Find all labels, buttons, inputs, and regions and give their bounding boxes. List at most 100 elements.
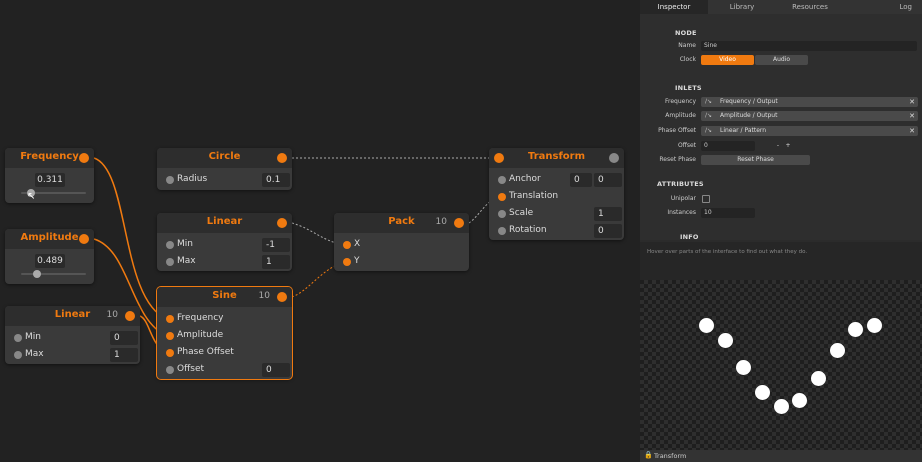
linear-node-mid[interactable]: Linear Min -1 Max 1	[157, 213, 292, 271]
inlet-port[interactable]	[166, 349, 174, 357]
instance-count: 10	[258, 291, 270, 301]
clock-label: Clock	[679, 56, 696, 63]
param-value[interactable]: 1	[262, 255, 290, 269]
inlet-port[interactable]	[166, 366, 174, 374]
tab-resources[interactable]: Resources	[776, 0, 844, 14]
param-label: Min	[177, 239, 193, 249]
preview-dot	[791, 392, 807, 408]
output-port[interactable]	[609, 153, 619, 163]
offset-minus-button[interactable]: -	[774, 141, 782, 151]
inlet-port[interactable]	[166, 332, 174, 340]
frequency-value[interactable]: 0.311	[35, 173, 65, 187]
close-icon[interactable]: ✕	[909, 126, 915, 136]
param-value[interactable]: -1	[262, 238, 290, 252]
close-icon[interactable]: ✕	[909, 97, 915, 107]
tab-library[interactable]: Library	[708, 0, 776, 14]
inlet-label-frequency: Frequency	[665, 98, 696, 105]
inlet-port[interactable]	[14, 351, 22, 359]
connection-text: Linear / Pattern	[720, 127, 767, 134]
output-port[interactable]	[277, 292, 287, 302]
param-value[interactable]: 0	[262, 363, 290, 377]
param-row-min: Min 0	[5, 330, 140, 347]
output-port[interactable]	[125, 311, 135, 321]
instance-count: 10	[106, 310, 118, 320]
inlet-port[interactable]	[498, 176, 506, 184]
side-panel: Inspector Library Resources Log NODE Nam…	[640, 0, 922, 462]
param-row-rotation: Rotation 0	[489, 223, 624, 240]
inlet-connection-phase-offset[interactable]: ∕↘ Linear / Pattern ✕	[701, 126, 918, 136]
param-label: Frequency	[177, 313, 224, 323]
preview-dot	[754, 384, 770, 400]
amplitude-node[interactable]: Amplitude 0.489	[5, 229, 94, 284]
connection-text: Amplitude / Output	[720, 112, 778, 119]
param-value[interactable]: 0	[570, 173, 592, 187]
param-label: X	[354, 239, 361, 249]
inlet-connection-frequency[interactable]: ∕↘ Frequency / Output ✕	[701, 97, 918, 107]
param-row-amplitude: Amplitude	[157, 328, 292, 345]
connection-icon: ∕↘	[705, 98, 713, 105]
circle-node[interactable]: Circle Radius 0.1	[157, 148, 292, 190]
inlet-port[interactable]	[166, 241, 174, 249]
offset-plus-button[interactable]: +	[784, 141, 792, 151]
param-value-2[interactable]: 0	[594, 173, 622, 187]
sine-node[interactable]: Sine 10 Frequency Amplitude Phase Offset …	[156, 286, 293, 380]
inlet-port[interactable]	[498, 227, 506, 235]
output-port[interactable]	[79, 153, 89, 163]
param-value[interactable]: 1	[110, 348, 138, 362]
linear-node-left[interactable]: Linear 10 Min 0 Max 1	[5, 306, 140, 364]
close-icon[interactable]: ✕	[909, 111, 915, 121]
inlet-label-amplitude: Amplitude	[665, 112, 696, 119]
offset-field[interactable]: 0	[701, 141, 755, 151]
param-value[interactable]: 0	[594, 224, 622, 238]
output-port[interactable]	[79, 234, 89, 244]
inlet-port[interactable]	[343, 241, 351, 249]
inlet-port[interactable]	[498, 210, 506, 218]
panel-tabs: Inspector Library Resources Log	[640, 0, 922, 14]
amplitude-slider-track[interactable]	[21, 273, 86, 275]
param-value[interactable]: 1	[594, 207, 622, 221]
transform-node[interactable]: Transform Anchor 0 0 Translation Scale 1 Ro…	[489, 148, 624, 240]
param-label: Translation	[509, 191, 559, 201]
param-row-max: Max 1	[157, 254, 292, 271]
preview-dot	[773, 398, 789, 414]
inlet-port[interactable]	[343, 258, 351, 266]
inlet-port[interactable]	[498, 193, 506, 201]
inlet-connection-amplitude[interactable]: ∕↘ Amplitude / Output ✕	[701, 111, 918, 121]
param-row-phase-offset: Phase Offset	[157, 345, 292, 362]
output-port[interactable]	[454, 218, 464, 228]
section-inlets: INLETS	[675, 84, 702, 92]
node-canvas[interactable]: Frequency 0.311 ↖ Amplitude 0.489 Linear…	[0, 0, 640, 462]
amplitude-value[interactable]: 0.489	[35, 254, 65, 268]
param-label: Y	[354, 256, 360, 266]
node-title: Linear	[206, 216, 243, 227]
instances-field[interactable]: 10	[701, 208, 755, 218]
inlet-port[interactable]	[166, 315, 174, 323]
lock-icon[interactable]: 🔒	[644, 451, 653, 459]
amplitude-slider-knob[interactable]	[33, 270, 42, 278]
instances-label: Instances	[667, 209, 696, 216]
frequency-node[interactable]: Frequency 0.311	[5, 148, 94, 203]
pack-node[interactable]: Pack 10 X Y	[334, 213, 469, 271]
output-port[interactable]	[277, 218, 287, 228]
inlet-port[interactable]	[14, 334, 22, 342]
clock-audio-button[interactable]: Audio	[755, 55, 808, 65]
param-label: Rotation	[509, 225, 547, 235]
tab-inspector[interactable]: Inspector	[640, 0, 708, 14]
param-value[interactable]: 0.1	[262, 173, 290, 187]
clock-video-button[interactable]: Video	[701, 55, 754, 65]
preview-dot	[735, 359, 751, 375]
param-value[interactable]: 0	[110, 331, 138, 345]
param-row-min: Min -1	[157, 237, 292, 254]
unipolar-checkbox[interactable]	[702, 195, 710, 203]
reset-phase-button[interactable]: Reset Phase	[701, 155, 810, 165]
param-row-frequency: Frequency	[157, 311, 292, 328]
node-title: Transform	[527, 151, 586, 162]
inlet-port[interactable]	[166, 176, 174, 184]
name-field[interactable]: Sine	[701, 41, 917, 51]
tab-log[interactable]: Log	[844, 0, 922, 14]
status-bar: 🔒 Transform	[640, 450, 922, 462]
inlet-port[interactable]	[166, 258, 174, 266]
param-label: Anchor	[509, 174, 541, 184]
output-port[interactable]	[277, 153, 287, 163]
param-row-scale: Scale 1	[489, 206, 624, 223]
